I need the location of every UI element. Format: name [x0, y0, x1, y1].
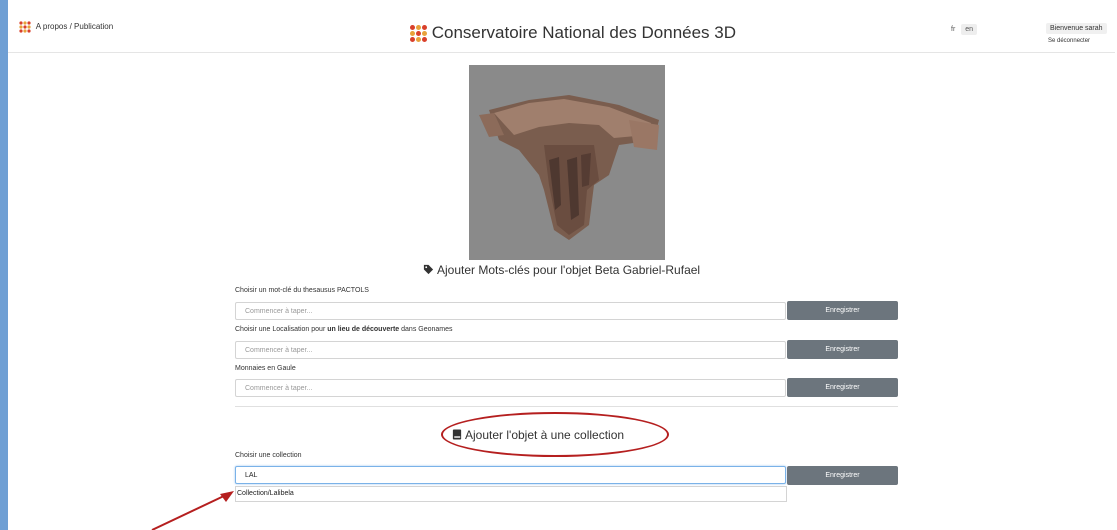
page-title: Conservatoire National des Données 3D [410, 23, 736, 43]
monnaies-input[interactable]: Commencer à taper... [235, 379, 786, 397]
keywords-heading: Ajouter Mots-clés pour l'objet Beta Gabr… [423, 263, 700, 278]
logout-link[interactable]: Se déconnecter [1048, 38, 1090, 44]
language-switcher: fr en [947, 24, 978, 35]
lang-en-button[interactable]: en [961, 24, 978, 35]
pactols-save-button[interactable]: Enregistrer [787, 301, 898, 320]
tag-icon [423, 264, 434, 278]
geonames-label: Choisir une Localisation pour un lieu de… [235, 326, 453, 333]
pactols-input[interactable]: Commencer à taper... [235, 302, 786, 320]
keywords-heading-text: Ajouter Mots-clés pour l'objet Beta Gabr… [437, 263, 701, 277]
monnaies-label: Monnaies en Gaule [235, 365, 296, 372]
about-link[interactable]: A propos / Publication [18, 20, 113, 34]
monnaies-save-button[interactable]: Enregistrer [787, 378, 898, 397]
collection-save-button[interactable]: Enregistrer [787, 466, 898, 485]
annotation-arrow-icon [151, 491, 234, 530]
geonames-label-pre: Choisir une Localisation pour [235, 326, 328, 333]
geonames-input[interactable]: Commencer à taper... [235, 341, 786, 359]
brand-logo-icon [410, 25, 427, 43]
collection-suggestion-item[interactable]: Collection/Lalibela [235, 486, 787, 502]
object-3d-thumbnail [469, 65, 665, 260]
page-title-text: Conservatoire National des Données 3D [431, 23, 737, 42]
section-divider [235, 406, 898, 407]
lang-fr-button[interactable]: fr [947, 24, 959, 35]
window-frame-left [0, 0, 8, 530]
geonames-label-bold: un lieu de découverte [327, 326, 400, 333]
geonames-save-button[interactable]: Enregistrer [787, 340, 898, 359]
pactols-label: Choisir un mot-clé du thesausus PACTOLS [235, 287, 369, 294]
about-link-label[interactable]: A propos / Publication [36, 22, 113, 31]
collection-label: Choisir une collection [235, 452, 302, 459]
geonames-label-post: dans Geonames [399, 326, 453, 333]
annotation-ellipse [441, 412, 669, 457]
user-menu-button[interactable]: Bienvenue sarah [1046, 23, 1107, 34]
collection-input[interactable]: LAL [235, 466, 786, 484]
app-logo-icon [19, 21, 31, 33]
top-navbar: A propos / Publication Conservatoire Nat… [8, 0, 1115, 53]
